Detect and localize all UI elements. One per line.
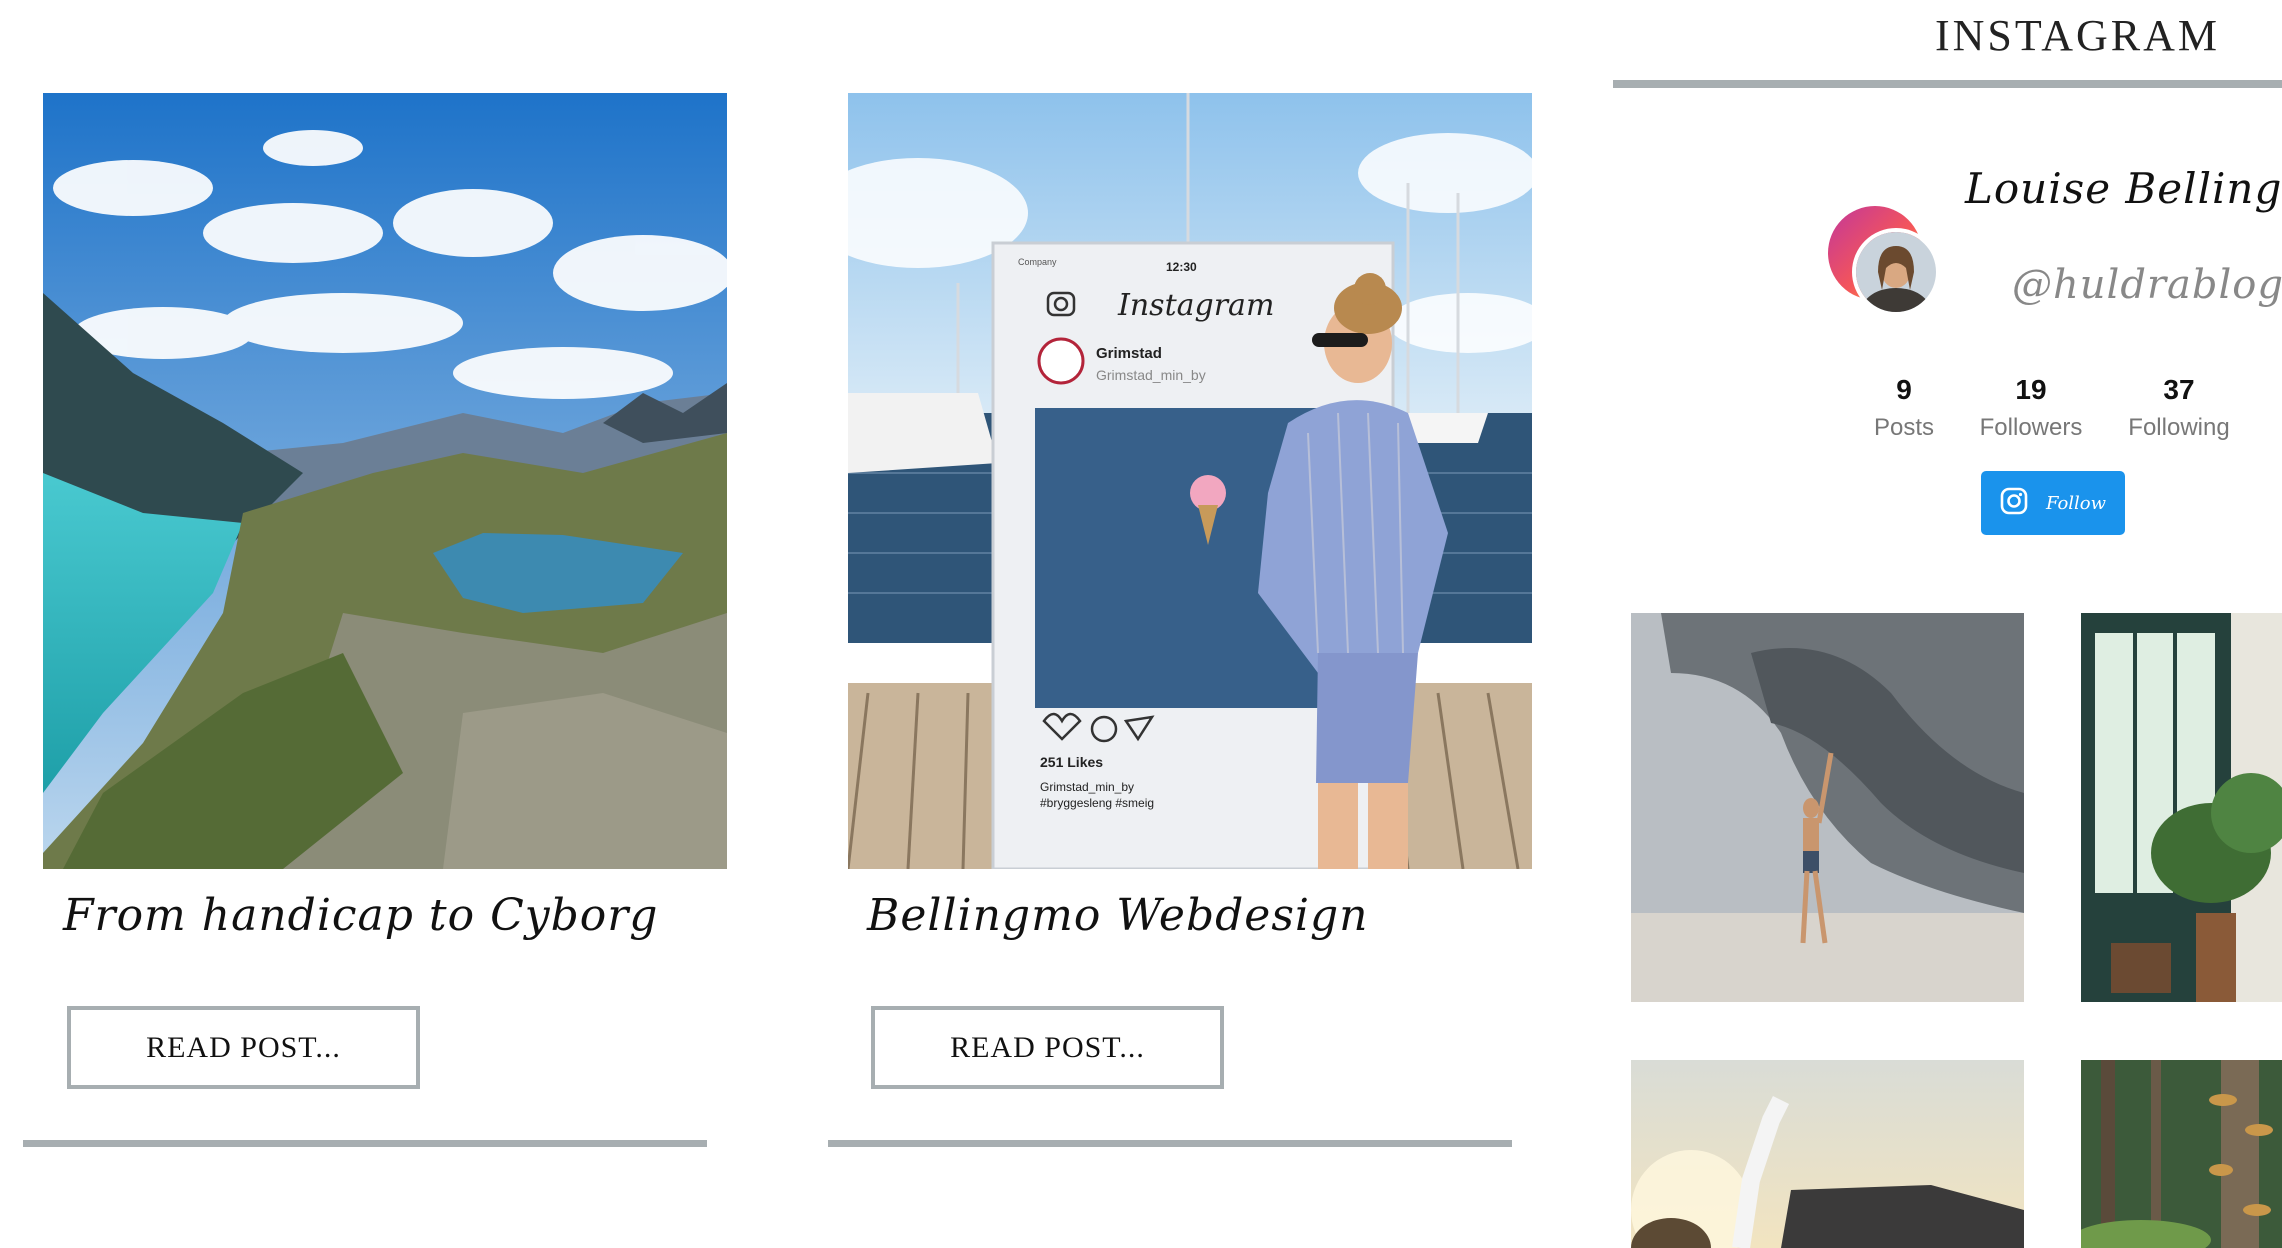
frame-account-name: Grimstad <box>1096 345 1162 362</box>
frame-likes: 251 Likes <box>1040 754 1103 770</box>
instagram-thumbnail[interactable] <box>1631 1060 2024 1248</box>
frame-caption-tags: #bryggesleng #smeig <box>1040 796 1154 810</box>
frame-time: 12:30 <box>1166 260 1197 274</box>
stat-label: Following <box>2128 414 2230 441</box>
post-title[interactable]: Bellingmo Webdesign <box>867 890 1369 941</box>
avatar[interactable] <box>1852 228 1940 316</box>
post-divider <box>828 1140 1512 1147</box>
follow-button-label: Follow <box>2045 492 2107 514</box>
instagram-thumbnail[interactable] <box>1631 613 2024 1002</box>
instagram-thumbnail[interactable] <box>2081 1060 2282 1248</box>
frame-caption-user: Grimstad_min_by <box>1040 780 1134 794</box>
stat-followers: 19 Followers <box>1972 374 2090 442</box>
stat-value: 37 <box>2163 374 2195 405</box>
stat-value: 19 <box>2015 374 2047 405</box>
post-divider <box>23 1140 707 1147</box>
post-image-instagram-frame[interactable]: Company 12:30 Instagram Grimstad Grimsta… <box>848 93 1532 869</box>
read-post-button[interactable]: READ POST... <box>871 1006 1224 1089</box>
read-post-button[interactable]: READ POST... <box>67 1006 420 1089</box>
stat-label: Posts <box>1873 414 1935 441</box>
post-title[interactable]: From handicap to Cyborg <box>63 890 658 941</box>
instagram-profile-handle[interactable]: @huldrablog <box>2012 262 2282 308</box>
instagram-widget-heading: INSTAGRAM <box>1935 11 2221 60</box>
follow-button[interactable]: Follow <box>1981 471 2125 535</box>
frame-account-handle: Grimstad_min_by <box>1096 367 1206 383</box>
instagram-profile-name[interactable]: Louise Bellingmo <box>1965 164 2282 213</box>
post-image-mountain-lake[interactable] <box>43 93 727 869</box>
instagram-divider <box>1613 80 2282 88</box>
stat-posts: 9 Posts <box>1872 374 1936 442</box>
instagram-icon <box>2000 487 2028 520</box>
instagram-thumbnail[interactable] <box>2081 613 2282 1002</box>
stat-value: 9 <box>1896 374 1912 405</box>
frame-carrier: Company <box>1018 257 1057 267</box>
frame-app-title: Instagram <box>1117 288 1274 323</box>
stat-following: 37 Following <box>2120 374 2238 442</box>
stat-label: Followers <box>1979 414 2083 441</box>
